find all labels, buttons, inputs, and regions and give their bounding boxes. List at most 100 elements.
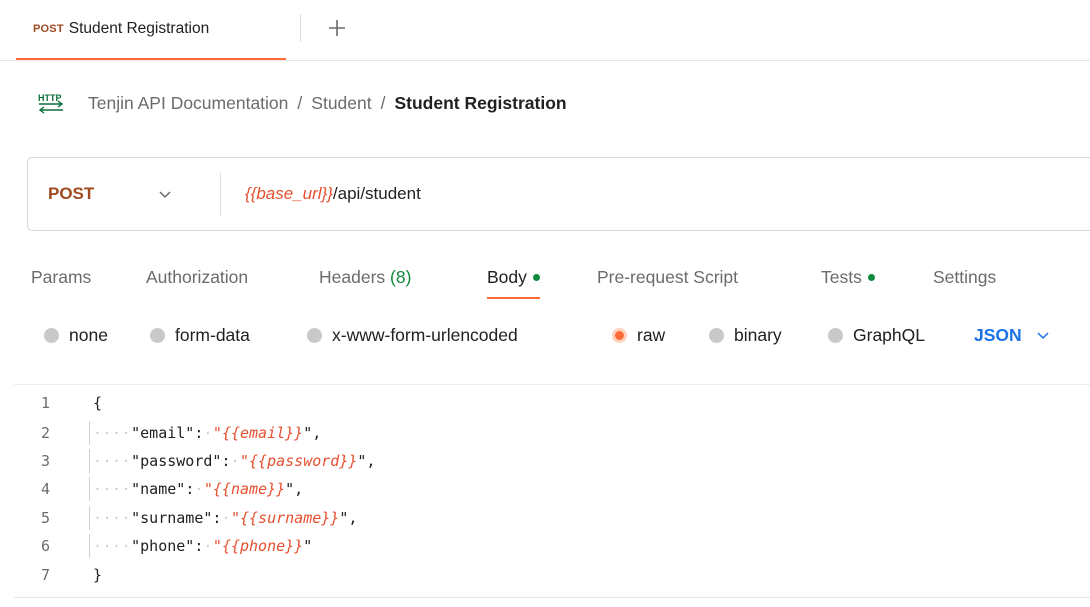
tab-tests[interactable]: Tests — [821, 256, 875, 298]
breadcrumb-separator: / — [297, 92, 303, 113]
breadcrumb-separator: / — [380, 92, 386, 113]
body-type-raw[interactable]: raw — [612, 316, 665, 354]
json-trail: " — [303, 537, 313, 555]
tab-authorization-label: Authorization — [146, 266, 249, 287]
line-content: ···· "password": · " {{password}} ", — [76, 449, 375, 473]
language-select[interactable]: JSON — [974, 316, 1050, 354]
breadcrumb-current-request[interactable]: Student Registration — [394, 93, 566, 114]
json-trail: ", — [303, 424, 322, 442]
tab-tests-label: Tests — [821, 266, 862, 287]
tab-params[interactable]: Params — [31, 256, 91, 298]
indent-guide — [89, 506, 90, 530]
radio-label: binary — [734, 324, 782, 345]
radio-label: form-data — [175, 324, 250, 345]
chevron-down-icon — [158, 189, 172, 199]
indent-guide — [89, 477, 90, 501]
body-type-form-data[interactable]: form-data — [150, 316, 250, 354]
editor-bottom-border — [14, 597, 1090, 598]
radio-circle — [150, 327, 165, 343]
code-line: 5 ···· "surname": · " {{surname}} ", — [14, 506, 1090, 530]
radio-circle — [307, 327, 322, 343]
code-line: 6 ···· "phone": · " {{phone}} " — [14, 534, 1090, 558]
radio-circle — [44, 327, 59, 343]
line-number: 4 — [40, 480, 50, 498]
line-number: 5 — [40, 509, 50, 527]
json-key: "surname" — [131, 509, 213, 527]
chevron-down-icon — [1036, 330, 1050, 340]
tab-pre-request-script[interactable]: Pre-request Script — [597, 256, 738, 298]
tab-body[interactable]: Body — [487, 256, 540, 299]
url-input[interactable]: {{base_url}}/api/student — [245, 184, 421, 204]
radio-label: none — [69, 324, 108, 345]
code-line: 7 } — [14, 563, 1090, 587]
tab-params-label: Params — [31, 266, 92, 287]
line-number: 3 — [40, 452, 50, 470]
json-trail: ", — [357, 452, 376, 470]
tab-title: Student Registration — [68, 20, 210, 37]
indent-guide — [89, 534, 90, 558]
tab-settings[interactable]: Settings — [933, 256, 996, 298]
body-type-graphql[interactable]: GraphQL — [828, 316, 925, 354]
json-value-variable: {{name}} — [212, 480, 286, 498]
body-type-binary[interactable]: binary — [709, 316, 782, 354]
indent-guide — [89, 421, 90, 445]
code-line: 1 { — [14, 391, 1090, 415]
json-value-variable: {{password}} — [249, 452, 358, 470]
tab-pre-request-script-label: Pre-request Script — [597, 266, 739, 287]
radio-circle — [709, 327, 724, 343]
body-type-x-www-form-urlencoded[interactable]: x-www-form-urlencoded — [307, 316, 518, 354]
json-key: "phone" — [131, 537, 195, 555]
radio-label: raw — [637, 324, 666, 345]
tab-headers[interactable]: Headers (8) — [319, 256, 411, 298]
line-number: 6 — [40, 537, 50, 555]
request-tab-bar: POST Student Registration — [0, 0, 1090, 61]
code-line: 2 ···· "email": · " {{email}} ", — [14, 421, 1090, 445]
line-content: ···· "surname": · " {{surname}} ", — [76, 506, 357, 530]
json-key: "email" — [131, 424, 195, 442]
method-select[interactable]: POST — [28, 158, 220, 230]
http-icon: HTTP — [36, 90, 66, 116]
tab-divider — [300, 14, 301, 42]
plus-icon — [329, 20, 345, 36]
json-value-variable: {{email}} — [221, 424, 304, 442]
json-key: "password" — [131, 452, 222, 470]
line-number: 1 — [40, 394, 50, 412]
body-code-editor[interactable]: 1 { 2 ···· "email": · " {{email}} ", 3 ···· "p… — [14, 384, 1090, 607]
code-line: 3 ···· "password": · " {{password}} ", — [14, 449, 1090, 473]
line-content: ···· "name": · " {{name}} ", — [76, 477, 303, 501]
url-divider — [220, 172, 221, 216]
tab-headers-label: Headers — [319, 266, 386, 287]
method-label: POST — [48, 184, 95, 203]
language-label: JSON — [974, 324, 1022, 345]
line-content: ···· "email": · " {{email}} ", — [76, 421, 321, 445]
tab-authorization[interactable]: Authorization — [146, 256, 248, 298]
tab-body-label: Body — [487, 266, 527, 287]
body-indicator-dot — [532, 273, 540, 281]
url-variable: {{base_url}} — [245, 184, 333, 203]
line-number: 7 — [40, 566, 50, 584]
open-brace: { — [93, 394, 103, 412]
close-brace: } — [93, 566, 103, 584]
code-line: 4 ···· "name": · " {{name}} ", — [14, 477, 1090, 501]
line-number: 2 — [40, 424, 50, 442]
tab-settings-label: Settings — [933, 266, 997, 287]
indent-guide — [89, 449, 90, 473]
headers-count-badge: (8) — [390, 266, 412, 287]
json-trail: ", — [339, 509, 358, 527]
radio-label: x-www-form-urlencoded — [332, 324, 518, 345]
body-type-none[interactable]: none — [44, 316, 108, 354]
radio-circle-selected — [612, 327, 627, 343]
breadcrumb: HTTP Tenjin API Documentation / Student … — [36, 89, 567, 117]
json-value-variable: {{phone}} — [221, 537, 304, 555]
request-tab-student-registration[interactable]: POST Student Registration — [16, 0, 286, 60]
line-content: ···· "phone": · " {{phone}} " — [76, 534, 312, 558]
radio-circle — [828, 327, 843, 343]
breadcrumb-folder[interactable]: Student — [311, 93, 371, 114]
request-url-bar: POST {{base_url}}/api/student — [27, 157, 1090, 231]
line-content: } — [76, 566, 102, 584]
line-content: { — [76, 394, 102, 412]
radio-label: GraphQL — [853, 324, 925, 345]
breadcrumb-collection[interactable]: Tenjin API Documentation — [88, 93, 288, 114]
new-tab-button[interactable] — [322, 12, 352, 44]
json-value-variable: {{surname}} — [240, 509, 340, 527]
